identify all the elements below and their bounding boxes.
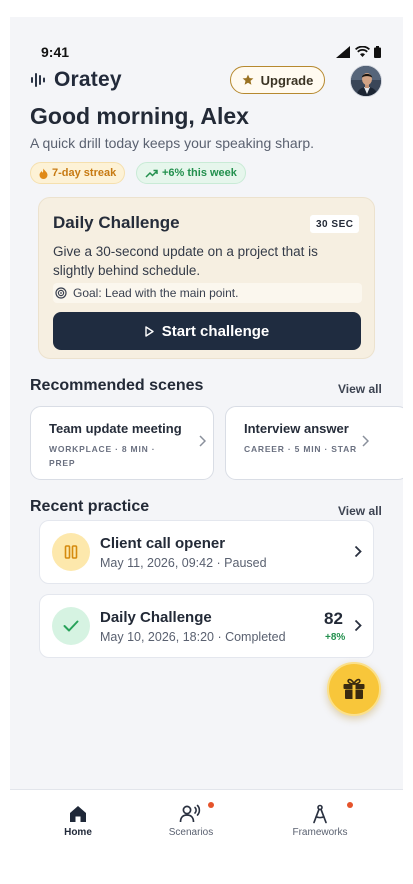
check-icon (63, 620, 79, 632)
challenge-title: Daily Challenge (53, 213, 180, 232)
nav-label: Frameworks (292, 827, 348, 838)
score-value: 82 (324, 609, 343, 628)
trend-badge: +6% this week (136, 162, 246, 184)
scenarios-icon (179, 804, 201, 823)
recent-item-subtitle: May 10, 2026, 18:20 · Completed (100, 630, 286, 644)
recent-item-title: Client call opener (100, 535, 226, 552)
notification-dot (347, 802, 353, 808)
chevron-right-icon (354, 619, 362, 632)
frameworks-icon (313, 804, 327, 824)
score-delta: +8% (325, 632, 346, 643)
recent-practice-item[interactable]: Daily Challenge May 10, 2026, 18:20 · Co… (39, 594, 374, 658)
gift-icon (343, 678, 365, 699)
nav-label: Scenarios (168, 827, 214, 838)
challenge-description: Give a 30-second update on a project tha… (53, 244, 318, 278)
challenge-duration-badge: 30 SEC (310, 215, 360, 233)
scene-card[interactable]: Interview answer CAREER · 5 MIN · STAR (225, 406, 403, 480)
trend-up-icon (145, 169, 158, 178)
upgrade-button[interactable]: Upgrade (230, 66, 325, 94)
pause-icon (64, 545, 78, 559)
nav-label: Home (64, 827, 92, 838)
status-time: 9:41 (41, 44, 70, 60)
bottom-nav: Home Scenarios Frameworks (10, 789, 403, 860)
chevron-right-icon (199, 435, 206, 447)
avatar-portrait (351, 66, 381, 96)
daily-challenge-card: Daily Challenge 30 SEC Give a 30-second … (38, 197, 375, 359)
signal-icon (336, 46, 350, 58)
play-icon (145, 325, 154, 337)
nav-frameworks[interactable]: Frameworks (275, 802, 365, 838)
recommended-scenes-title: Recommended scenes (30, 377, 204, 394)
home-icon (70, 806, 86, 822)
gift-button[interactable] (327, 662, 381, 716)
recent-item-subtitle: May 11, 2026, 09:42 · Paused (100, 556, 267, 570)
wifi-icon (355, 46, 370, 57)
app-name: Oratey (54, 68, 122, 91)
notification-dot (208, 802, 214, 808)
goal-label: Goal: Lead with the main point. (73, 286, 239, 300)
flame-icon (39, 168, 48, 179)
nav-scenarios[interactable]: Scenarios (146, 802, 236, 838)
star-icon (242, 74, 254, 85)
scene-card[interactable]: Team update meeting WORKPLACE · 8 MIN · … (30, 406, 214, 480)
streak-label: 7-day streak (52, 167, 117, 179)
scene-meta: CAREER · 5 MIN · STAR (244, 444, 357, 454)
status-icons (336, 46, 381, 58)
scene-meta: WORKPLACE · 8 MIN · PREP (49, 444, 156, 468)
start-challenge-label: Start challenge (161, 322, 270, 340)
brand: Oratey (30, 68, 122, 92)
recent-practice-title: Recent practice (30, 498, 150, 515)
chevron-right-icon (362, 435, 369, 447)
scene-title: Interview answer (244, 421, 349, 436)
streak-badge: 7-day streak (30, 162, 126, 184)
upgrade-label: Upgrade (260, 72, 314, 88)
pause-icon-badge (52, 533, 90, 571)
recent-item-title: Daily Challenge (100, 609, 212, 626)
scene-title: Team update meeting (49, 421, 182, 436)
app-screen: 9:41 Oratey Upgrade Good morning, Alex A… (10, 17, 403, 860)
logo-waveform-icon (31, 73, 45, 87)
start-challenge-button[interactable]: Start challenge (53, 312, 361, 350)
home-indicator-area (0, 860, 413, 884)
challenge-goal: Goal: Lead with the main point. (53, 283, 362, 303)
target-icon (55, 287, 67, 299)
recent-practice-item[interactable]: Client call opener May 11, 2026, 09:42 ·… (39, 520, 374, 584)
scenes-view-all-link[interactable]: View all (338, 382, 382, 396)
trend-label: +6% this week (162, 167, 237, 179)
check-icon-badge (52, 607, 90, 645)
nav-home[interactable]: Home (33, 804, 123, 838)
battery-icon (374, 46, 381, 58)
avatar[interactable] (350, 65, 382, 97)
recent-view-all-link[interactable]: View all (338, 504, 382, 518)
greeting-title: Good morning, Alex (30, 103, 249, 129)
greeting-subtitle: A quick drill today keeps your speaking … (30, 135, 315, 151)
chevron-right-icon (354, 545, 362, 558)
